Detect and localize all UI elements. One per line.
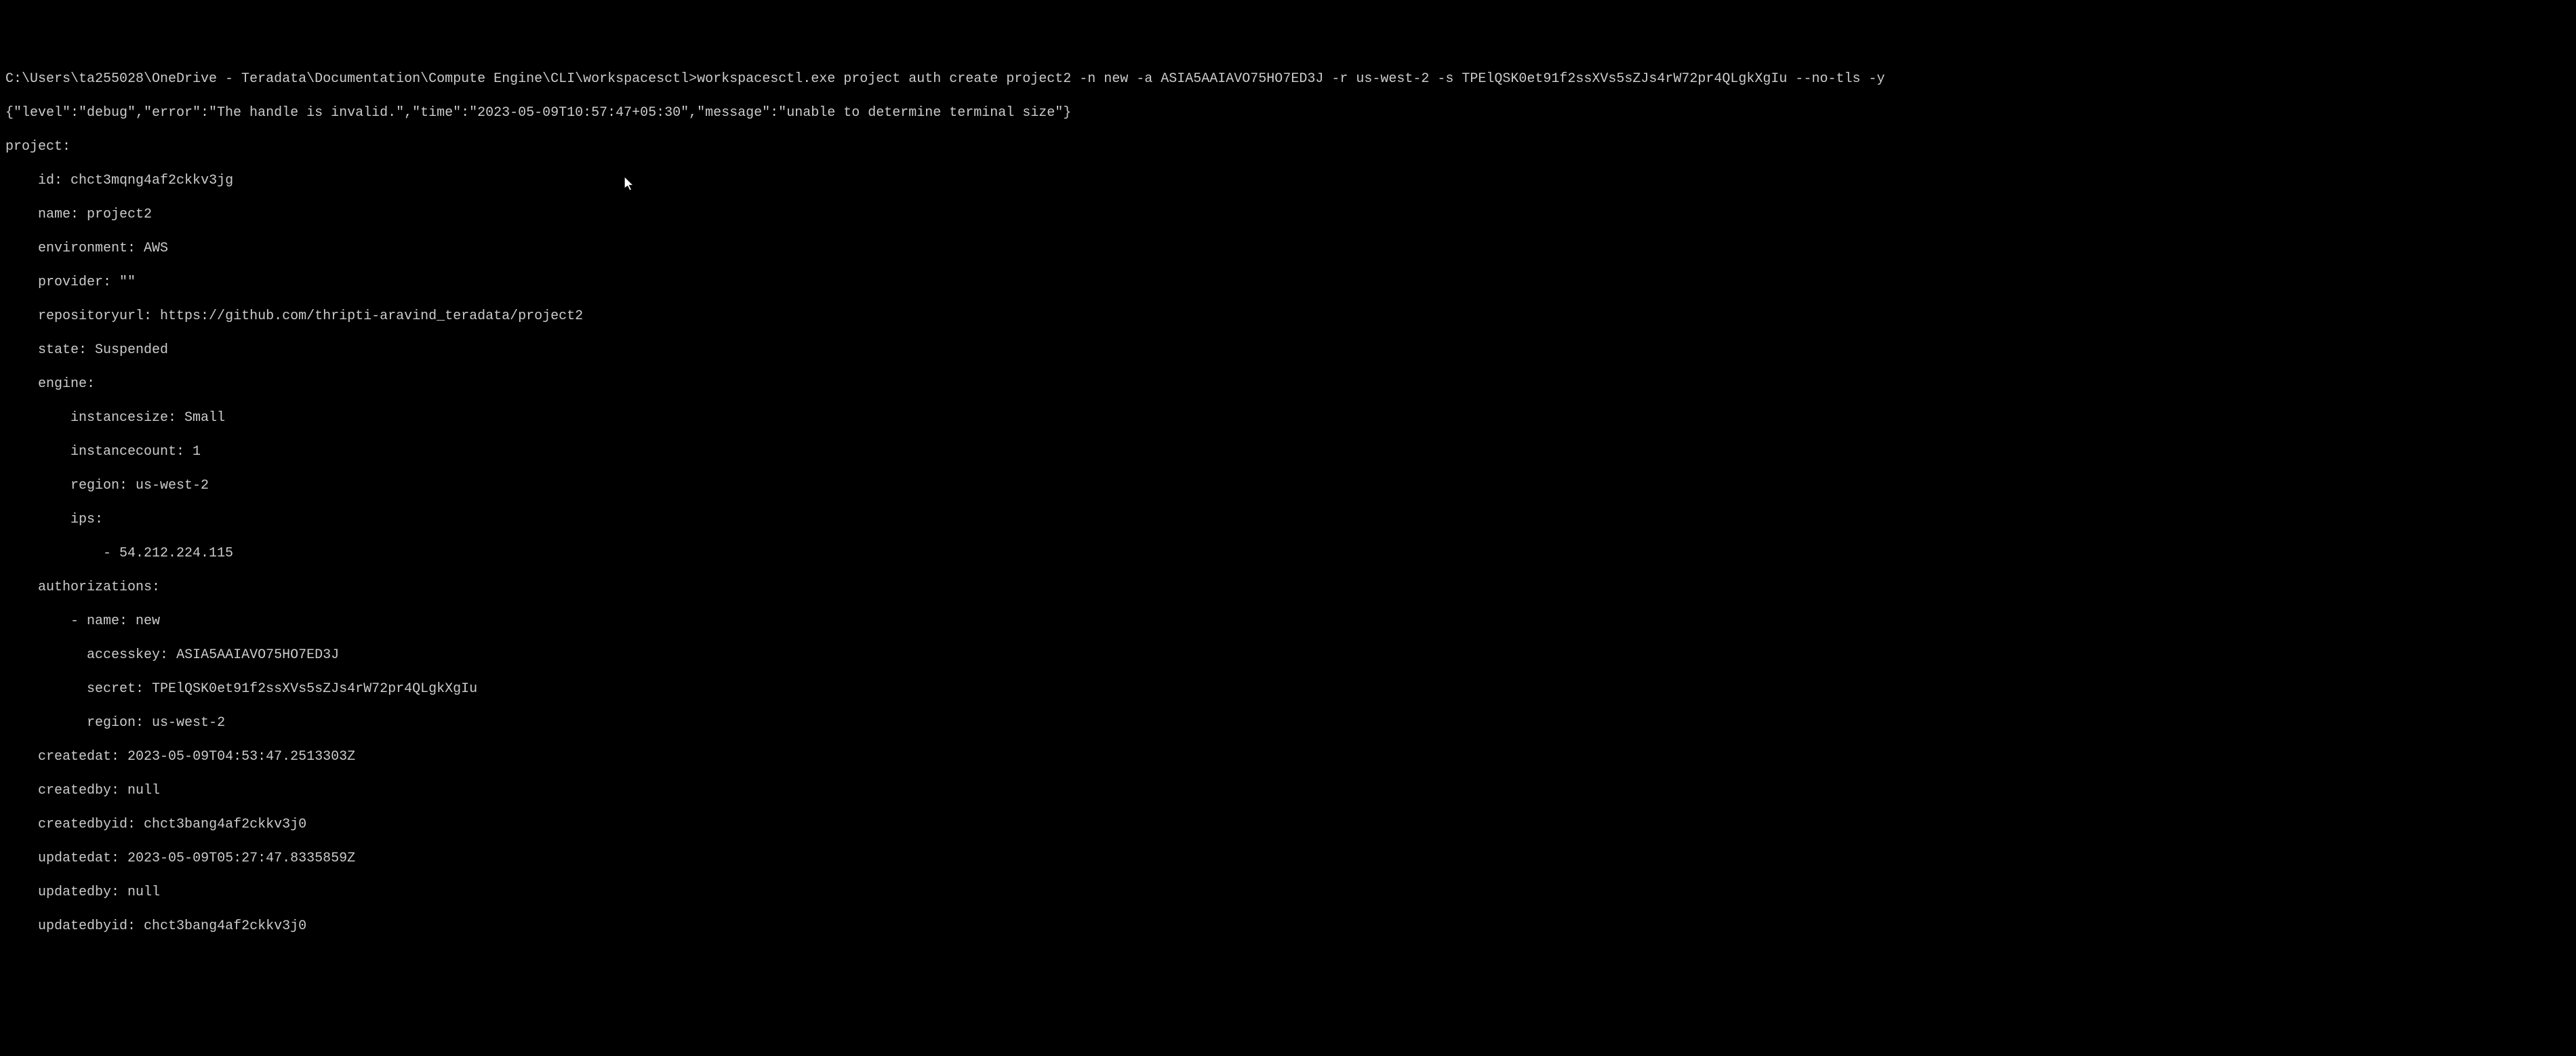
- auth-name-label: - name:: [5, 613, 136, 629]
- region-label: region:: [5, 478, 136, 493]
- auth-secret-label: secret:: [5, 681, 152, 697]
- auth-region-value: us-west-2: [152, 715, 225, 731]
- environment-line: environment: AWS: [5, 240, 2571, 257]
- updatedbyid-value: chct3bang4af2ckkv3j0: [144, 918, 306, 934]
- auth-name-line: - name: new: [5, 613, 2571, 630]
- updatedat-value: 2023-05-09T05:27:47.8335859Z: [127, 851, 355, 866]
- environment-value: AWS: [144, 241, 168, 256]
- instancecount-value: 1: [193, 444, 201, 460]
- repositoryurl-line: repositoryurl: https://github.com/thript…: [5, 308, 2571, 325]
- id-value: chct3mqng4af2ckkv3jg: [71, 173, 233, 188]
- instancesize-line: instancesize: Small: [5, 409, 2571, 426]
- createdby-line: createdby: null: [5, 782, 2571, 799]
- command-text: workspacesctl.exe project auth create pr…: [697, 71, 1885, 87]
- createdat-label: createdat:: [5, 749, 127, 765]
- updatedby-line: updatedby: null: [5, 884, 2571, 901]
- createdby-value: null: [127, 783, 160, 798]
- updatedbyid-line: updatedbyid: chct3bang4af2ckkv3j0: [5, 918, 2571, 935]
- state-label: state:: [5, 342, 95, 358]
- project-name-line: name: project2: [5, 206, 2571, 223]
- auth-region-label: region:: [5, 715, 152, 731]
- name-value: project2: [87, 207, 152, 222]
- instancecount-line: instancecount: 1: [5, 443, 2571, 460]
- auth-accesskey-value: ASIA5AAIAVO75HO7ED3J: [176, 647, 339, 663]
- instancesize-value: Small: [184, 410, 225, 426]
- auth-name-value: new: [136, 613, 160, 629]
- repositoryurl-value: https://github.com/thripti-aravind_terad…: [160, 308, 583, 324]
- prompt-path: C:\Users\ta255028\OneDrive - Teradata\Do…: [5, 71, 697, 87]
- authorizations-header: authorizations:: [5, 579, 2571, 596]
- name-label: name:: [5, 207, 87, 222]
- auth-accesskey-label: accesskey:: [5, 647, 176, 663]
- auth-region-line: region: us-west-2: [5, 714, 2571, 731]
- provider-label: provider:: [5, 275, 119, 290]
- auth-accesskey-line: accesskey: ASIA5AAIAVO75HO7ED3J: [5, 647, 2571, 664]
- ips-header: ips:: [5, 511, 2571, 528]
- instancecount-label: instancecount:: [5, 444, 193, 460]
- auth-secret-line: secret: TPElQSK0et91f2ssXVs5sZJs4rW72pr4…: [5, 681, 2571, 697]
- updatedbyid-label: updatedbyid:: [5, 918, 144, 934]
- ip-item: - 54.212.224.115: [5, 545, 2571, 562]
- project-id-line: id: chct3mqng4af2ckkv3jg: [5, 172, 2571, 189]
- provider-value: "": [119, 275, 136, 290]
- state-value: Suspended: [95, 342, 168, 358]
- prompt-line[interactable]: C:\Users\ta255028\OneDrive - Teradata\Do…: [5, 70, 2571, 87]
- provider-line: provider: "": [5, 274, 2571, 291]
- project-header: project:: [5, 138, 2571, 155]
- createdat-value: 2023-05-09T04:53:47.2513303Z: [127, 749, 355, 765]
- state-line: state: Suspended: [5, 342, 2571, 359]
- repositoryurl-label: repositoryurl:: [5, 308, 160, 324]
- createdbyid-value: chct3bang4af2ckkv3j0: [144, 817, 306, 832]
- createdbyid-label: createdbyid:: [5, 817, 144, 832]
- updatedby-value: null: [127, 885, 160, 900]
- environment-label: environment:: [5, 241, 144, 256]
- createdby-label: createdby:: [5, 783, 127, 798]
- updatedat-label: updatedat:: [5, 851, 127, 866]
- createdat-line: createdat: 2023-05-09T04:53:47.2513303Z: [5, 748, 2571, 765]
- engine-header: engine:: [5, 375, 2571, 392]
- instancesize-label: instancesize:: [5, 410, 184, 426]
- region-value: us-west-2: [136, 478, 209, 493]
- log-output: {"level":"debug","error":"The handle is …: [5, 104, 2571, 121]
- updatedat-line: updatedat: 2023-05-09T05:27:47.8335859Z: [5, 850, 2571, 867]
- createdbyid-line: createdbyid: chct3bang4af2ckkv3j0: [5, 816, 2571, 833]
- updatedby-label: updatedby:: [5, 885, 127, 900]
- engine-region-line: region: us-west-2: [5, 477, 2571, 494]
- auth-secret-value: TPElQSK0et91f2ssXVs5sZJs4rW72pr4QLgkXgIu: [152, 681, 477, 697]
- id-label: id:: [5, 173, 71, 188]
